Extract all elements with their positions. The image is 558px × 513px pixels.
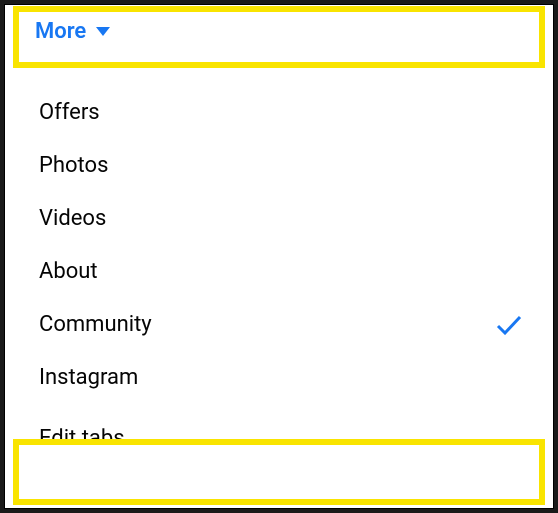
menu-list: Offers Photos Videos About Community Ins… — [5, 62, 553, 473]
menu-item-community[interactable]: Community — [5, 298, 553, 351]
dropdown-panel: More Offers Photos Videos About Communit… — [4, 4, 554, 509]
menu-item-label: Instagram — [39, 365, 138, 390]
menu-item-label: About — [39, 259, 98, 284]
menu-item-offers[interactable]: Offers — [5, 86, 553, 139]
menu-item-label: Offers — [39, 100, 100, 125]
menu-item-instagram[interactable]: Instagram — [5, 351, 553, 404]
menu-item-edit-tabs[interactable]: Edit tabs — [5, 404, 553, 473]
menu-item-about[interactable]: About — [5, 245, 553, 298]
check-icon — [495, 314, 523, 336]
menu-item-label: Community — [39, 312, 152, 337]
menu-item-photos[interactable]: Photos — [5, 139, 553, 192]
menu-item-label: Photos — [39, 153, 108, 178]
menu-item-label: Videos — [39, 206, 106, 231]
more-label: More — [35, 19, 86, 44]
more-dropdown-trigger[interactable]: More — [5, 5, 553, 62]
caret-down-icon — [96, 27, 110, 36]
menu-item-videos[interactable]: Videos — [5, 192, 553, 245]
menu-item-label: Edit tabs — [39, 426, 125, 451]
